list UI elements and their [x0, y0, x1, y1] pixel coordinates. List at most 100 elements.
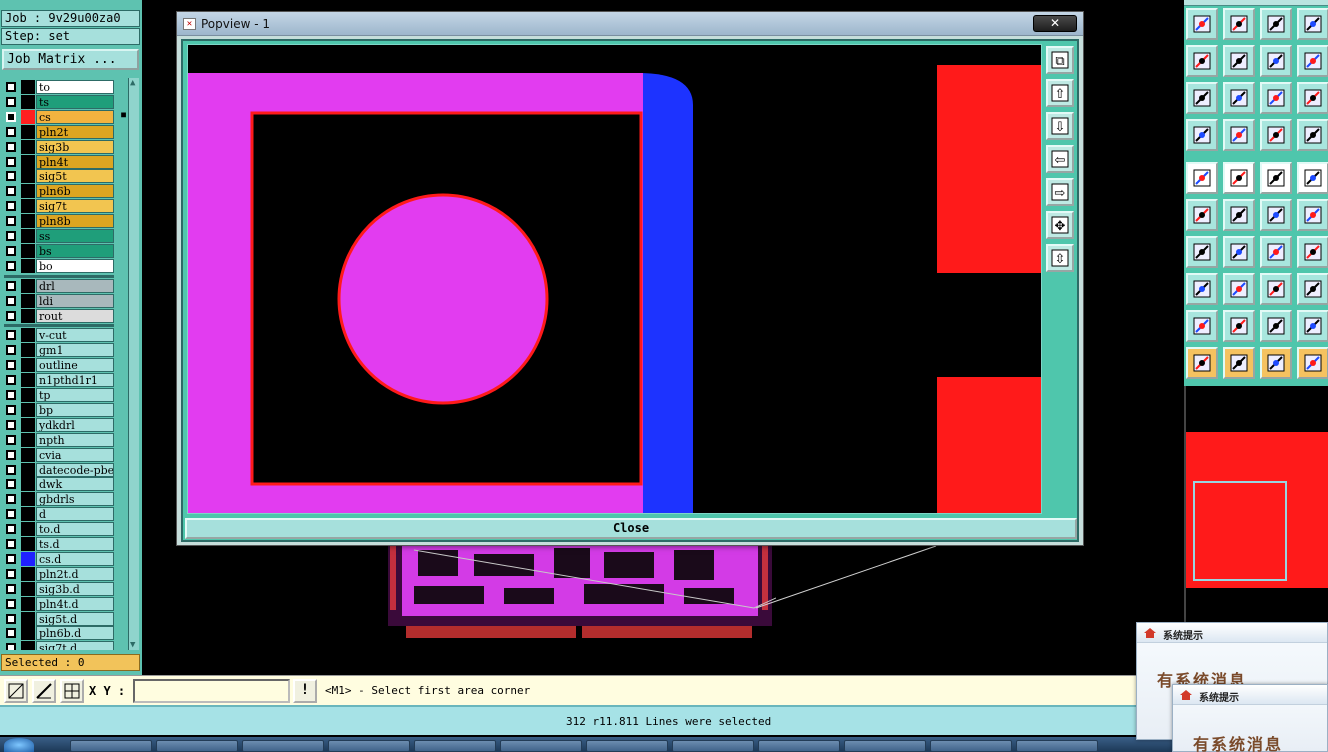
layer-name[interactable]: ts [36, 94, 114, 109]
layer-color-swatch[interactable] [21, 184, 35, 199]
layer-checkbox[interactable] [6, 96, 16, 107]
layer-color-swatch[interactable] [21, 258, 35, 273]
layer-checkbox[interactable] [6, 509, 16, 520]
layer-name[interactable]: pln4t.d [36, 596, 114, 611]
layer-color-swatch[interactable] [21, 596, 35, 611]
layer-row[interactable]: dwk [2, 477, 128, 492]
undo-icon[interactable] [1260, 45, 1292, 77]
layer-color-swatch[interactable] [21, 566, 35, 581]
arc-b-icon[interactable] [1223, 310, 1255, 342]
layer-row[interactable]: outline [2, 358, 128, 373]
layer-name[interactable]: gbdrls [36, 492, 114, 507]
layer-color-swatch[interactable] [21, 492, 35, 507]
layer-checkbox[interactable] [6, 598, 16, 609]
layer-checkbox[interactable] [6, 613, 16, 624]
layer-row[interactable]: sig5t [2, 169, 128, 184]
layer-row[interactable]: bo [2, 258, 128, 273]
trace-icon[interactable] [1223, 162, 1255, 194]
layer-checkbox[interactable] [6, 419, 16, 430]
layer-checkbox[interactable] [6, 628, 16, 639]
layer-color-swatch[interactable] [21, 343, 35, 358]
layer-checkbox[interactable] [6, 375, 16, 386]
layer-checkbox[interactable] [6, 553, 16, 564]
layer-name[interactable]: ts.d [36, 537, 114, 551]
save-icon[interactable] [1186, 8, 1218, 40]
layer-row[interactable]: cs ■ [2, 109, 128, 124]
layer-checkbox[interactable] [6, 310, 16, 321]
layer-row[interactable]: drl [2, 278, 128, 293]
layer-checkbox[interactable] [6, 111, 16, 122]
layer-row[interactable]: bp [2, 402, 128, 417]
layer-row[interactable]: cs.d [2, 551, 128, 566]
taskbar-item[interactable] [758, 740, 840, 752]
dot-icon[interactable] [1297, 162, 1328, 194]
angle-icon[interactable] [1186, 236, 1218, 268]
layer-row[interactable]: ts.d [2, 537, 128, 551]
close-button[interactable]: Close [185, 518, 1077, 539]
taskbar-item[interactable] [500, 740, 582, 752]
pointer-path-icon[interactable] [1297, 347, 1328, 379]
layer-row[interactable]: n1pthd1r1 [2, 373, 128, 388]
layer-name[interactable]: npth [36, 432, 114, 447]
layer-name[interactable]: cs.d [36, 551, 114, 566]
layer-row[interactable]: ts [2, 94, 128, 109]
layer-color-swatch[interactable] [21, 626, 35, 641]
layer-name[interactable]: pln8b [36, 214, 114, 229]
layer-row[interactable]: ydkdrl [2, 417, 128, 432]
layer-color-swatch[interactable] [21, 477, 35, 492]
taskbar-item[interactable] [156, 740, 238, 752]
layer-color-swatch[interactable] [21, 94, 35, 109]
layer-color-swatch[interactable] [21, 402, 35, 417]
layer-checkbox[interactable] [6, 568, 16, 579]
layer-name[interactable]: bp [36, 402, 114, 417]
layer-row[interactable]: bs [2, 243, 128, 258]
layer-checkbox[interactable] [6, 583, 16, 594]
layer-checkbox[interactable] [6, 201, 16, 212]
taskbar-item[interactable] [672, 740, 754, 752]
arc-d-icon[interactable] [1297, 310, 1328, 342]
taskbar-item[interactable] [70, 740, 152, 752]
pan-up-icon[interactable]: ⇧ [1046, 79, 1074, 107]
layer-name[interactable]: tp [36, 388, 114, 402]
layer-row[interactable]: pln4t [2, 154, 128, 169]
taskbar-item[interactable] [844, 740, 926, 752]
layer-checkbox[interactable] [6, 260, 16, 271]
layer-row[interactable]: ldi [2, 293, 128, 308]
layers-icon[interactable] [1260, 119, 1292, 151]
layer-row[interactable]: tp [2, 388, 128, 402]
zoom-window-icon[interactable]: ⧉ [1046, 46, 1074, 74]
layer-color-swatch[interactable] [21, 417, 35, 432]
layer-color-swatch[interactable] [21, 124, 35, 139]
layer-checkbox[interactable] [6, 390, 16, 400]
rotate-icon[interactable] [1260, 236, 1292, 268]
select-area-icon[interactable] [4, 679, 28, 703]
layer-checkbox[interactable] [6, 643, 16, 650]
layer-color-swatch[interactable] [21, 447, 35, 462]
layer-row[interactable]: datecode-pbe [2, 462, 128, 477]
pan-right-icon[interactable]: ⇨ [1046, 178, 1074, 206]
layer-row[interactable]: v-cut [2, 328, 128, 343]
edit-icon[interactable] [1186, 119, 1218, 151]
corner-icon[interactable] [1186, 273, 1218, 305]
layer-checkbox[interactable] [6, 82, 16, 92]
layer-name[interactable]: rout [36, 308, 114, 323]
layer-checkbox[interactable] [6, 345, 16, 356]
layer-checkbox[interactable] [6, 464, 16, 475]
cross-icon[interactable] [1223, 199, 1255, 231]
slash-icon[interactable] [1223, 236, 1255, 268]
taskbar-item[interactable] [242, 740, 324, 752]
layer-row[interactable]: gbdrls [2, 492, 128, 507]
start-button[interactable] [4, 738, 34, 752]
layer-color-swatch[interactable] [21, 641, 35, 650]
grid-icon[interactable] [1223, 119, 1255, 151]
layer-name[interactable]: sig5t [36, 169, 114, 184]
layer-name[interactable]: outline [36, 358, 114, 373]
taskbar-item[interactable] [586, 740, 668, 752]
measure-icon[interactable] [32, 679, 56, 703]
layer-row[interactable]: to.d [2, 522, 128, 537]
width-icon[interactable] [1260, 273, 1292, 305]
layer-color-swatch[interactable] [21, 293, 35, 308]
layer-color-swatch[interactable] [21, 522, 35, 537]
layer-color-swatch[interactable] [21, 537, 35, 551]
layer-name[interactable]: to.d [36, 522, 114, 537]
